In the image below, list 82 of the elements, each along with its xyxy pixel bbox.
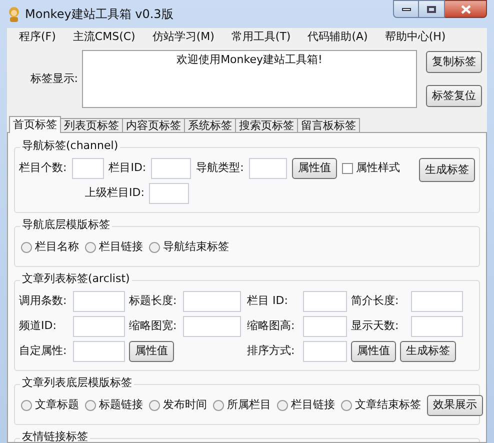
radio-button[interactable]	[149, 400, 160, 411]
menu-item[interactable]: 代码辅助(A)	[308, 28, 368, 46]
field-label: 上级栏目ID:	[85, 185, 144, 202]
action-button[interactable]: 生成标签	[419, 158, 475, 182]
action-button[interactable]: 标签复位	[426, 85, 482, 107]
group-title: 文章列表底层模版标签	[20, 376, 134, 390]
input-field[interactable]	[73, 291, 125, 312]
minimize-button[interactable]	[393, 0, 419, 18]
field-label: 调用条数:	[19, 293, 68, 310]
tag-display-text: 欢迎使用Monkey建站工具箱!	[176, 52, 322, 68]
radio-button[interactable]	[85, 400, 96, 411]
input-field[interactable]	[303, 341, 347, 362]
menu-item[interactable]: 仿站学习(M)	[152, 28, 214, 46]
tab[interactable]: 留言板标签	[297, 118, 360, 133]
tag-display-box[interactable]: 欢迎使用Monkey建站工具箱!	[82, 50, 417, 108]
tab[interactable]: 系统标签	[184, 118, 236, 133]
input-field[interactable]	[72, 158, 104, 179]
radio-button[interactable]	[341, 400, 352, 411]
action-button[interactable]: 效果展示	[427, 395, 483, 416]
tab[interactable]: 列表页标签	[60, 118, 123, 133]
input-field[interactable]	[73, 316, 125, 337]
menu-item[interactable]: 帮助中心(H)	[384, 28, 446, 46]
field-label: 频道ID:	[19, 318, 58, 334]
field-label: 显示天数:	[351, 318, 400, 334]
radio-label: 栏目链接	[291, 397, 335, 414]
radio-button[interactable]	[149, 242, 160, 253]
tab[interactable]: 首页标签	[9, 116, 61, 133]
input-field[interactable]	[151, 158, 192, 179]
menu-item[interactable]: 程序(F)	[19, 28, 56, 46]
group-title: 友情链接标签	[20, 430, 90, 442]
field-label: 栏目 ID:	[247, 293, 289, 310]
action-button[interactable]: 生成标签	[400, 341, 456, 362]
close-icon	[460, 4, 470, 14]
input-field[interactable]	[303, 291, 347, 312]
tab[interactable]: 搜索页标签	[235, 118, 298, 133]
radio-label: 标题链接	[99, 397, 143, 414]
input-field[interactable]	[183, 291, 241, 312]
radio-label: 所属栏目	[227, 397, 271, 414]
input-field[interactable]	[183, 316, 241, 337]
radio-button[interactable]	[277, 400, 288, 411]
window-title: Monkey建站工具箱 v0.3版	[25, 6, 174, 23]
field-label: 缩略图高:	[247, 318, 296, 334]
group-title: 导航标签(channel)	[20, 139, 120, 153]
group-title: 导航底层模版标签	[20, 218, 112, 232]
radio-label: 栏目链接	[99, 239, 143, 256]
field-label: 自定属性:	[19, 343, 68, 360]
radio-label: 导航结束标签	[163, 239, 229, 256]
radio-button[interactable]	[21, 400, 32, 411]
action-button[interactable]: 复制标签	[426, 51, 482, 73]
radio-label: 发布时间	[163, 397, 207, 414]
field-label: 标题长度:	[129, 293, 178, 310]
group-title: 文章列表标签(arclist)	[20, 272, 132, 286]
field-label: 简介长度:	[351, 293, 400, 310]
input-field[interactable]	[149, 183, 190, 204]
field-label: 导航类型:	[196, 160, 244, 176]
field-label: 栏目个数:	[19, 160, 67, 176]
field-label: 标签显示:	[29, 70, 79, 87]
radio-button[interactable]	[85, 242, 96, 253]
field-label: 缩略图宽:	[129, 318, 178, 334]
action-button[interactable]: 属性值	[292, 158, 337, 179]
action-button[interactable]: 属性值	[351, 341, 396, 362]
monkey-icon	[7, 6, 21, 22]
radio-label: 栏目名称	[35, 239, 79, 256]
tab[interactable]: 内容页标签	[122, 118, 185, 133]
input-field[interactable]	[73, 341, 125, 362]
field-label: 排序方式:	[247, 343, 296, 360]
radio-label: 文章结束标签	[355, 397, 421, 414]
field-label: 栏目ID:	[108, 160, 146, 176]
radio-label: 文章标题	[35, 397, 79, 414]
input-field[interactable]	[303, 316, 347, 337]
checkbox-label: 属性样式	[356, 160, 400, 176]
input-field[interactable]	[411, 316, 463, 337]
radio-button[interactable]	[213, 400, 224, 411]
checkbox[interactable]	[342, 163, 353, 174]
input-field[interactable]	[411, 291, 463, 312]
input-field[interactable]	[248, 158, 287, 179]
menu-item[interactable]: 主流CMS(C)	[72, 28, 136, 46]
maximize-button[interactable]	[419, 0, 445, 18]
menu-item[interactable]: 常用工具(T)	[231, 28, 291, 46]
action-button[interactable]: 属性值	[129, 341, 174, 362]
close-button[interactable]	[445, 0, 487, 18]
radio-button[interactable]	[21, 242, 32, 253]
